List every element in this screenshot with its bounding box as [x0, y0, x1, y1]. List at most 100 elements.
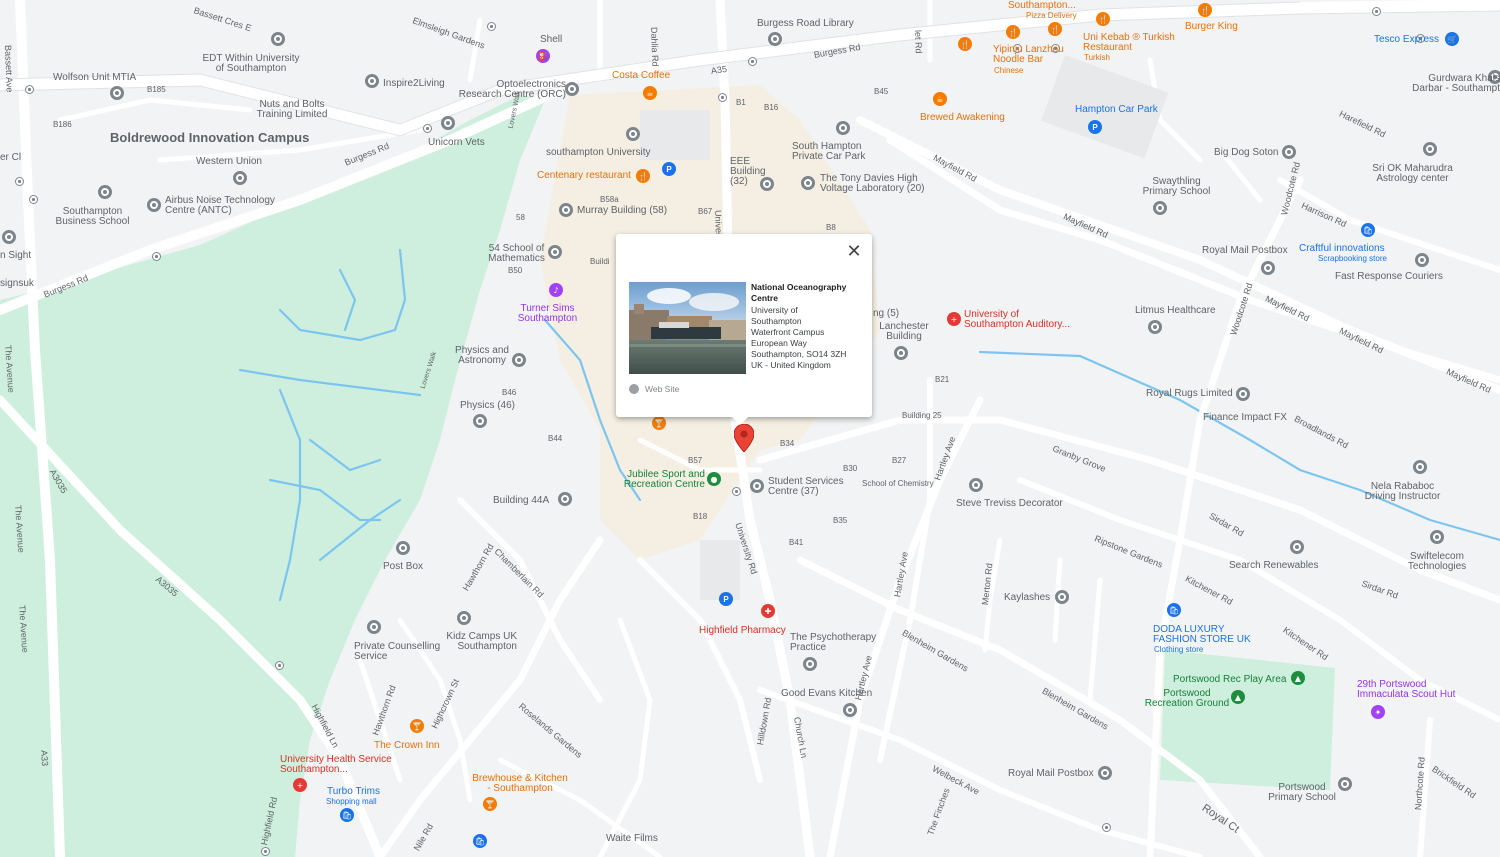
- bus-stop-icon[interactable]: [15, 177, 24, 186]
- pharmacy-icon[interactable]: ✚: [761, 604, 775, 618]
- poi-pin-icon[interactable]: [836, 121, 850, 135]
- shopping-icon[interactable]: 🛍: [473, 834, 487, 848]
- poi-pin-icon[interactable]: [98, 185, 112, 199]
- parking-icon[interactable]: P: [1088, 120, 1102, 134]
- bus-stop-icon[interactable]: [748, 57, 757, 66]
- poi-pin-icon[interactable]: [1282, 145, 1296, 159]
- poi-pin-icon[interactable]: [1290, 540, 1304, 554]
- poi-pin-icon[interactable]: [1055, 590, 1069, 604]
- map-canvas[interactable]: ⛽ ☕ 🍴 P ♪ 🍸 ● + P ✚ 🍸 + 🛍 🍸 🛍 🛍 ▲ ▲ ✦ 🛍 …: [0, 0, 1500, 857]
- bus-stop-icon[interactable]: [718, 93, 727, 102]
- poi-pin-icon[interactable]: [969, 478, 983, 492]
- shopping-icon[interactable]: 🛍: [340, 808, 354, 822]
- place-of-worship-icon[interactable]: ✦: [1371, 705, 1385, 719]
- bar-icon[interactable]: 🍸: [652, 416, 666, 430]
- place-label-highfield-pharmacy: Highfield Pharmacy: [699, 625, 786, 636]
- hospital-icon[interactable]: +: [947, 312, 961, 326]
- website-link[interactable]: Web Site: [629, 384, 679, 394]
- poi-pin-icon[interactable]: [801, 176, 815, 190]
- poi-pin-icon[interactable]: [558, 492, 572, 506]
- restaurant-icon[interactable]: 🍴: [1096, 12, 1110, 26]
- poi-pin-icon[interactable]: [367, 620, 381, 634]
- website-label: Web Site: [645, 384, 680, 394]
- poi-pin-icon[interactable]: [1430, 530, 1444, 544]
- park-icon[interactable]: ▲: [1231, 690, 1245, 704]
- shopping-icon[interactable]: 🛍: [1361, 223, 1375, 237]
- place-label-building25: Building 25: [902, 411, 942, 420]
- poi-pin-icon[interactable]: [147, 198, 161, 212]
- poi-pin-icon[interactable]: [803, 657, 817, 671]
- building-code: B67: [698, 207, 713, 216]
- poi-pin-icon[interactable]: [1413, 460, 1427, 474]
- parking-icon[interactable]: P: [719, 592, 733, 606]
- bus-stop-icon[interactable]: [275, 661, 284, 670]
- bus-stop-icon[interactable]: [1372, 7, 1381, 16]
- poi-pin-icon[interactable]: [894, 346, 908, 360]
- bus-stop-icon[interactable]: [423, 124, 432, 133]
- restaurant-icon[interactable]: 🍴: [958, 37, 972, 51]
- poi-pin-icon[interactable]: [2, 230, 16, 244]
- place-label-fast-response: Fast Response Couriers: [1335, 271, 1443, 282]
- building-code: B58a: [600, 195, 619, 204]
- shopping-icon[interactable]: 🛒: [1445, 32, 1459, 46]
- library-icon[interactable]: [768, 32, 782, 46]
- place-label-postbox: Post Box: [383, 561, 424, 572]
- poi-pin-icon[interactable]: [365, 74, 379, 88]
- place-label-physics46: Physics (46): [460, 400, 516, 411]
- poi-pin-icon[interactable]: [1423, 142, 1437, 156]
- bus-stop-icon[interactable]: [487, 22, 496, 31]
- postbox-icon[interactable]: [1261, 261, 1275, 275]
- music-venue-icon[interactable]: ♪: [549, 283, 563, 297]
- restaurant-icon[interactable]: 🍴: [1006, 25, 1020, 39]
- place-label-doda-sub: Clothing store: [1154, 645, 1204, 654]
- place-label-auditory: University of Southampton Auditory...: [964, 309, 1070, 330]
- bus-stop-icon[interactable]: [152, 252, 161, 261]
- gas-station-icon[interactable]: ⛽: [536, 49, 550, 63]
- poi-pin-icon[interactable]: [271, 32, 285, 46]
- poi-pin-icon[interactable]: [1236, 387, 1250, 401]
- bar-icon[interactable]: 🍸: [483, 797, 497, 811]
- address-line: Southampton: [751, 316, 802, 326]
- bus-stop-icon[interactable]: [1102, 823, 1111, 832]
- poi-pin-icon[interactable]: [750, 479, 764, 493]
- postbox-icon[interactable]: [1098, 766, 1112, 780]
- poi-pin-icon[interactable]: [626, 127, 640, 141]
- poi-pin-icon[interactable]: [559, 203, 573, 217]
- place-label-building44a: Building 44A: [493, 495, 550, 506]
- poi-pin-icon[interactable]: [565, 82, 579, 96]
- poi-pin-icon[interactable]: [110, 86, 124, 100]
- poi-pin-icon[interactable]: [457, 611, 471, 625]
- poi-pin-icon[interactable]: [548, 245, 562, 259]
- poi-pin-icon[interactable]: [843, 703, 857, 717]
- bus-stop-icon[interactable]: [29, 195, 38, 204]
- postbox-icon[interactable]: [396, 541, 410, 555]
- poi-pin-icon[interactable]: [233, 171, 247, 185]
- cafe-icon[interactable]: ☕: [933, 92, 947, 106]
- bus-stop-icon[interactable]: [261, 847, 270, 856]
- bar-icon[interactable]: 🍸: [410, 719, 424, 733]
- address-line: University of: [751, 305, 798, 315]
- place-label-kaylashes: Kaylashes: [1004, 592, 1051, 603]
- park-icon[interactable]: ▲: [1291, 671, 1305, 685]
- poi-pin-icon[interactable]: [512, 353, 526, 367]
- restaurant-icon[interactable]: 🍴: [1198, 3, 1212, 17]
- place-label-royal-postbox2: Royal Mail Postbox: [1202, 245, 1288, 256]
- restaurant-icon[interactable]: 🍴: [1048, 22, 1062, 36]
- bus-stop-icon[interactable]: [732, 487, 741, 496]
- poi-pin-icon[interactable]: [441, 116, 455, 130]
- cafe-icon[interactable]: ☕: [643, 86, 657, 100]
- sports-icon[interactable]: ●: [707, 472, 721, 486]
- bus-stop-icon[interactable]: [25, 85, 34, 94]
- place-label-centenary: Centenary restaurant: [537, 170, 631, 181]
- hospital-icon[interactable]: +: [293, 778, 307, 792]
- restaurant-icon[interactable]: 🍴: [636, 169, 650, 183]
- poi-pin-icon[interactable]: [473, 414, 487, 428]
- close-icon[interactable]: ✕: [844, 242, 864, 262]
- shopping-icon[interactable]: 🛍: [1167, 603, 1181, 617]
- building-code: B34: [780, 439, 795, 448]
- poi-pin-icon[interactable]: [1415, 253, 1429, 267]
- place-label-soton-pizza: Southampton...: [1008, 0, 1076, 11]
- parking-icon[interactable]: P: [662, 162, 676, 176]
- poi-pin-icon[interactable]: [1148, 320, 1162, 334]
- poi-pin-icon[interactable]: [1153, 201, 1167, 215]
